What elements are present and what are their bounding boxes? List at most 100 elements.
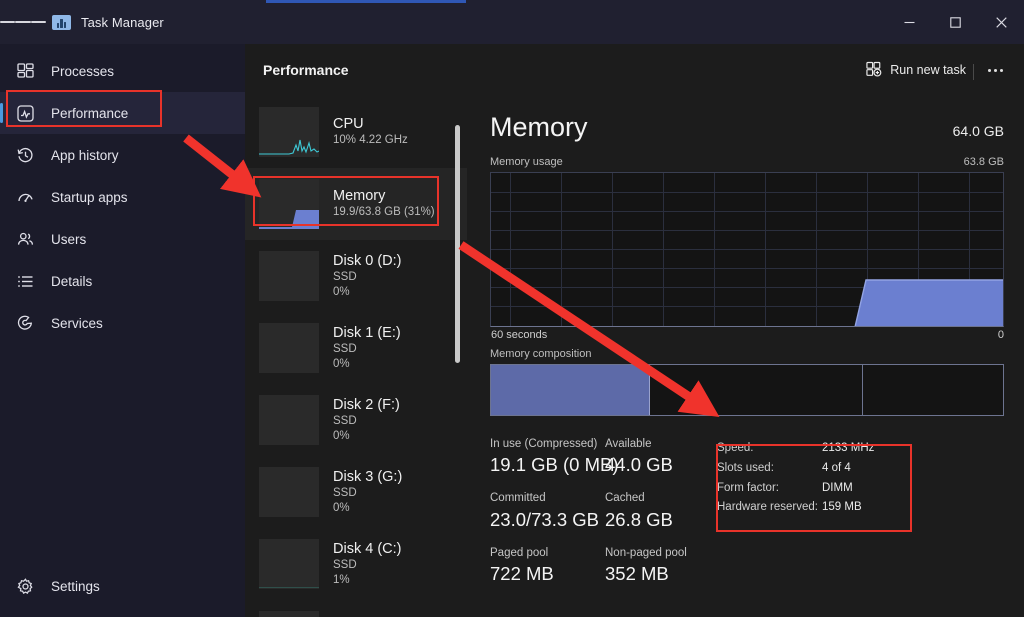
- device-name: Disk 3 (G:): [333, 468, 402, 486]
- sidebar-item-label: Processes: [51, 64, 114, 79]
- users-icon: [14, 228, 36, 250]
- toolbar-divider: [973, 64, 974, 80]
- title-bar: Task Manager: [0, 0, 1024, 44]
- composition-divider: [862, 365, 863, 415]
- spec-value: 4 of 4: [822, 459, 851, 479]
- stat-paged-pool: Paged pool 722 MB: [490, 545, 605, 585]
- device-item-disk-2[interactable]: Disk 2 (F:) SSD 0%: [245, 384, 467, 456]
- stat-value: 44.0 GB: [605, 453, 673, 476]
- performance-device-list[interactable]: CPU 10% 4.22 GHz Memory 19.9/63.8 GB (31…: [245, 96, 467, 617]
- memory-usage-chart: [490, 172, 1004, 327]
- stat-label: Committed: [490, 490, 605, 507]
- memory-specs: Speed: 2133 MHz Slots used: 4 of 4 Form …: [717, 439, 907, 518]
- maximize-button[interactable]: [932, 0, 978, 44]
- sidebar-item-label: Performance: [51, 106, 128, 121]
- device-item-cpu[interactable]: CPU 10% 4.22 GHz: [245, 96, 467, 168]
- speedometer-icon: [14, 186, 36, 208]
- device-detail: 10% 4.22 GHz: [333, 133, 408, 148]
- sidebar-item-services[interactable]: Services: [0, 302, 245, 344]
- stat-committed: Committed 23.0/73.3 GB: [490, 490, 605, 530]
- device-usage: 0%: [333, 429, 400, 444]
- sidebar-item-processes[interactable]: Processes: [0, 50, 245, 92]
- memory-composition-label: Memory composition: [490, 348, 591, 360]
- disk-mini-graph: [259, 467, 319, 517]
- sidebar: Processes Performance App history: [0, 44, 245, 617]
- device-name: Disk 2 (F:): [333, 396, 400, 414]
- spec-label: Hardware reserved:: [717, 498, 822, 518]
- sidebar-item-users[interactable]: Users: [0, 218, 245, 260]
- run-new-task-label: Run new task: [890, 63, 966, 77]
- run-new-task-button[interactable]: Run new task: [866, 56, 966, 84]
- close-button[interactable]: [978, 0, 1024, 44]
- gear-icon: [14, 575, 36, 597]
- spec-value: DIMM: [822, 479, 853, 499]
- disk-mini-graph: [259, 395, 319, 445]
- processes-icon: [14, 60, 36, 82]
- minimize-button[interactable]: [886, 0, 932, 44]
- spec-speed: Speed: 2133 MHz: [717, 439, 907, 459]
- stat-non-paged-pool: Non-paged pool 352 MB: [605, 545, 687, 585]
- device-item-disk-4[interactable]: Disk 4 (C:) SSD 1%: [245, 528, 467, 600]
- memory-usage-area: [491, 173, 1004, 327]
- memory-total: 64.0 GB: [953, 123, 1004, 139]
- spec-form-factor: Form factor: DIMM: [717, 479, 907, 499]
- hamburger-icon[interactable]: [0, 0, 46, 44]
- title-bar-accent: [266, 0, 466, 3]
- task-manager-icon: [52, 15, 71, 30]
- disk-mini-graph: [259, 323, 319, 373]
- memory-usage-max: 63.8 GB: [964, 156, 1004, 168]
- sidebar-item-label: Settings: [51, 579, 100, 594]
- device-item-memory[interactable]: Memory 19.9/63.8 GB (31%): [245, 168, 467, 240]
- chart-axis-right-label: 0: [998, 329, 1004, 341]
- stat-value: 19.1 GB (0 MB): [490, 453, 605, 476]
- stat-cached: Cached 26.8 GB: [605, 490, 673, 530]
- device-type: SSD: [333, 414, 400, 429]
- spec-slots-used: Slots used: 4 of 4: [717, 459, 907, 479]
- device-type: SSD: [333, 558, 401, 573]
- disk-mini-graph: [259, 611, 319, 617]
- device-usage: 1%: [333, 573, 401, 588]
- spec-value: 2133 MHz: [822, 439, 874, 459]
- stat-value: 23.0/73.3 GB: [490, 508, 605, 531]
- task-manager-window: Task Manager Processes: [0, 0, 1024, 617]
- stat-available: Available 44.0 GB: [605, 436, 673, 476]
- stats-row: Committed 23.0/73.3 GB Cached 26.8 GB: [490, 490, 720, 530]
- sidebar-item-performance[interactable]: Performance: [0, 92, 245, 134]
- device-type: SSD: [333, 342, 401, 357]
- device-usage: 0%: [333, 285, 401, 300]
- disk-mini-graph: [259, 251, 319, 301]
- stat-label: Cached: [605, 490, 673, 507]
- device-name: Disk 0 (D:): [333, 252, 401, 270]
- stat-value: 26.8 GB: [605, 508, 673, 531]
- sidebar-item-settings[interactable]: Settings: [0, 565, 245, 607]
- device-usage: 0%: [333, 501, 402, 516]
- device-name: Disk 4 (C:): [333, 540, 401, 558]
- sidebar-item-app-history[interactable]: App history: [0, 134, 245, 176]
- device-item-disk-0[interactable]: Disk 0 (D:) SSD 0%: [245, 240, 467, 312]
- device-item-disk-5[interactable]: Disk 5 (H:): [245, 600, 467, 617]
- spec-hardware-reserved: Hardware reserved: 159 MB: [717, 498, 907, 518]
- stat-value: 352 MB: [605, 562, 687, 585]
- device-list-scrollbar[interactable]: [455, 125, 460, 363]
- cpu-mini-graph: [259, 107, 319, 157]
- ellipsis-icon[interactable]: [980, 56, 1010, 84]
- sidebar-item-startup-apps[interactable]: Startup apps: [0, 176, 245, 218]
- performance-icon: [14, 102, 36, 124]
- memory-usage-label: Memory usage: [490, 156, 563, 168]
- history-clock-icon: [14, 144, 36, 166]
- spec-value: 159 MB: [822, 498, 862, 518]
- memory-detail-panel: Memory 64.0 GB Memory usage 63.8 GB: [467, 96, 1024, 617]
- sidebar-item-details[interactable]: Details: [0, 260, 245, 302]
- device-type: SSD: [333, 486, 402, 501]
- disk-mini-graph: [259, 539, 319, 589]
- memory-heading: Memory: [490, 112, 588, 143]
- run-new-task-icon: [866, 61, 882, 80]
- app-title: Task Manager: [81, 15, 164, 30]
- stat-label: Available: [605, 436, 673, 453]
- sidebar-item-label: Users: [51, 232, 86, 247]
- memory-composition-bar: [490, 364, 1004, 416]
- stats-row: In use (Compressed) 19.1 GB (0 MB) Avail…: [490, 436, 720, 476]
- device-item-disk-3[interactable]: Disk 3 (G:) SSD 0%: [245, 456, 467, 528]
- device-item-disk-1[interactable]: Disk 1 (E:) SSD 0%: [245, 312, 467, 384]
- sidebar-item-label: App history: [51, 148, 119, 163]
